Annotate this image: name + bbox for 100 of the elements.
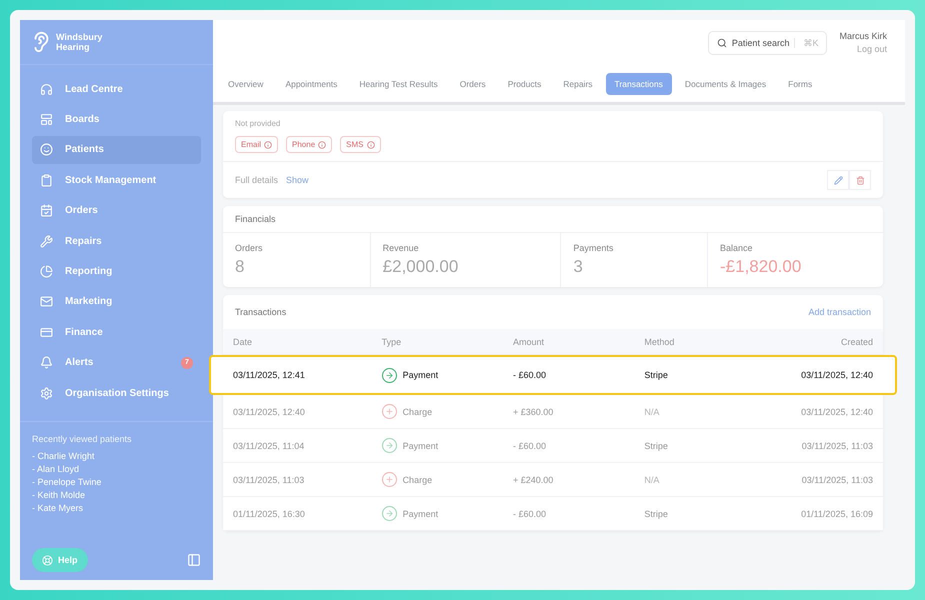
- trash-icon: [856, 176, 864, 184]
- help-button[interactable]: Help: [32, 548, 88, 572]
- column-header: Created: [840, 336, 873, 346]
- brand-name: Windsbury Hearing: [56, 32, 102, 52]
- column-header: Amount: [512, 336, 546, 346]
- tab[interactable]: Hearing Test Results: [350, 72, 447, 94]
- stat-label: Balance: [720, 243, 754, 253]
- column-header: Date: [233, 336, 254, 346]
- tab[interactable]: Orders: [450, 72, 495, 94]
- nav-icon: [40, 234, 53, 248]
- table-cell-text: Stripe: [644, 370, 669, 380]
- stat-label: Revenue: [382, 243, 420, 253]
- nav-icon: [40, 113, 53, 126]
- nav-icon: [40, 204, 53, 218]
- info-icon: [318, 140, 326, 148]
- table-cell-text: 03/11/2025, 11:03: [233, 474, 306, 484]
- table-cell-text: Stripe: [644, 440, 669, 450]
- tab[interactable]: Transactions: [606, 72, 672, 94]
- table-cell-text: 03/11/2025, 11:03: [800, 474, 873, 484]
- logout-link[interactable]: Log out: [856, 44, 887, 54]
- address-status: Not provided: [235, 119, 280, 128]
- edit-button[interactable]: [827, 170, 849, 190]
- tab[interactable]: Documents & Images: [676, 72, 776, 94]
- info-icon: [366, 140, 374, 148]
- consent-tag: Email: [235, 136, 278, 153]
- nav-icon: [40, 356, 53, 370]
- card-title: Transactions: [235, 307, 286, 317]
- stat-value: 8: [235, 257, 246, 277]
- plus-icon: [382, 472, 397, 487]
- stat-value: -£1,820.00: [720, 257, 802, 277]
- nav-item[interactable]: Organisation Settings: [32, 378, 201, 408]
- full-details-label: Full details: [235, 175, 278, 185]
- recent-patient-link[interactable]: - Kate Myers: [32, 503, 201, 514]
- card-title: Financials: [235, 214, 276, 224]
- table-cell-text: 01/11/2025, 16:30: [233, 508, 306, 518]
- nav-icon: [40, 386, 53, 400]
- nav-icon: [40, 265, 53, 278]
- table-cell-text: 03/11/2025, 12:40: [233, 406, 306, 416]
- pencil-icon: [834, 176, 842, 184]
- table-cell-text: 03/11/2025, 12:40: [800, 370, 873, 380]
- table-cell-text: 03/11/2025, 12:41: [233, 370, 306, 380]
- table-cell: Payment: [402, 440, 438, 450]
- table-cell-text: 03/11/2025, 11:03: [800, 440, 873, 450]
- table-cell-text: + £240.00: [512, 474, 554, 484]
- recent-patient-link[interactable]: - Penelope Twine: [32, 477, 201, 488]
- nav-item[interactable]: Lead Centre: [32, 75, 201, 104]
- delete-button[interactable]: [849, 170, 871, 190]
- nav-icon: [40, 326, 53, 339]
- table-cell-text: N/A: [644, 474, 660, 484]
- lifebuoy-icon: [42, 554, 53, 566]
- table-cell-text: N/A: [644, 406, 660, 416]
- table-cell: Charge: [402, 474, 432, 484]
- patient-search-field[interactable]: Patient search ⌘K: [708, 30, 828, 54]
- add-transaction-link[interactable]: Add transaction: [808, 307, 871, 317]
- nav-icon: [40, 174, 53, 187]
- tab[interactable]: Appointments: [276, 72, 346, 94]
- column-header: Method: [644, 336, 676, 346]
- tab[interactable]: Overview: [219, 72, 272, 94]
- nav-item[interactable]: Boards: [32, 105, 201, 134]
- table-cell: Payment: [402, 508, 438, 518]
- user-name: Marcus Kirk: [839, 31, 887, 41]
- table-cell-text: + £360.00: [512, 406, 554, 416]
- nav-item[interactable]: Stock Management: [32, 166, 201, 195]
- nav-item[interactable]: Repairs: [32, 226, 201, 256]
- search-icon: [716, 38, 727, 48]
- nav-item[interactable]: Marketing: [32, 288, 201, 316]
- stat-label: Orders: [235, 243, 264, 253]
- nav-icon: [40, 295, 53, 308]
- recent-patient-link[interactable]: - Charlie Wright: [32, 451, 201, 462]
- table-cell: Payment: [402, 370, 438, 380]
- stat-label: Payments: [573, 243, 614, 253]
- table-cell-text: 01/11/2025, 16:09: [800, 508, 873, 518]
- table-cell-text: 03/11/2025, 11:04: [233, 440, 306, 450]
- consent-tag: SMS: [340, 136, 380, 153]
- table-cell-text: - £60.00: [512, 440, 548, 450]
- table-cell-text: - £60.00: [512, 508, 548, 518]
- nav-item[interactable]: Orders: [32, 196, 201, 225]
- nav-item[interactable]: Patients: [32, 136, 201, 164]
- nav-icon: [40, 82, 53, 96]
- info-icon: [264, 140, 272, 148]
- panel-toggle-icon[interactable]: [187, 553, 201, 567]
- show-link[interactable]: Show: [286, 175, 309, 185]
- nav-icon: [40, 143, 53, 156]
- stat-value: £2,000.00: [382, 257, 460, 277]
- consent-tag: Phone: [286, 136, 332, 153]
- plus-icon: [382, 404, 397, 419]
- tab[interactable]: Forms: [779, 72, 822, 94]
- table-cell: Charge: [402, 406, 432, 416]
- tab[interactable]: Products: [498, 72, 550, 94]
- recent-patient-link[interactable]: - Keith Molde: [32, 490, 201, 500]
- stat-value: 3: [573, 257, 584, 277]
- table-cell-text: 03/11/2025, 12:40: [800, 406, 873, 416]
- recent-patient-link[interactable]: - Alan Lloyd: [32, 464, 201, 474]
- column-header: Type: [382, 336, 402, 346]
- nav-item[interactable]: Finance: [32, 318, 201, 347]
- table-cell-text: Stripe: [644, 508, 669, 518]
- tab[interactable]: Repairs: [554, 72, 602, 94]
- nav-item[interactable]: Reporting: [32, 257, 201, 286]
- table-cell-text: - £60.00: [512, 370, 548, 380]
- recent-patients-title: Recently viewed patients: [32, 434, 133, 444]
